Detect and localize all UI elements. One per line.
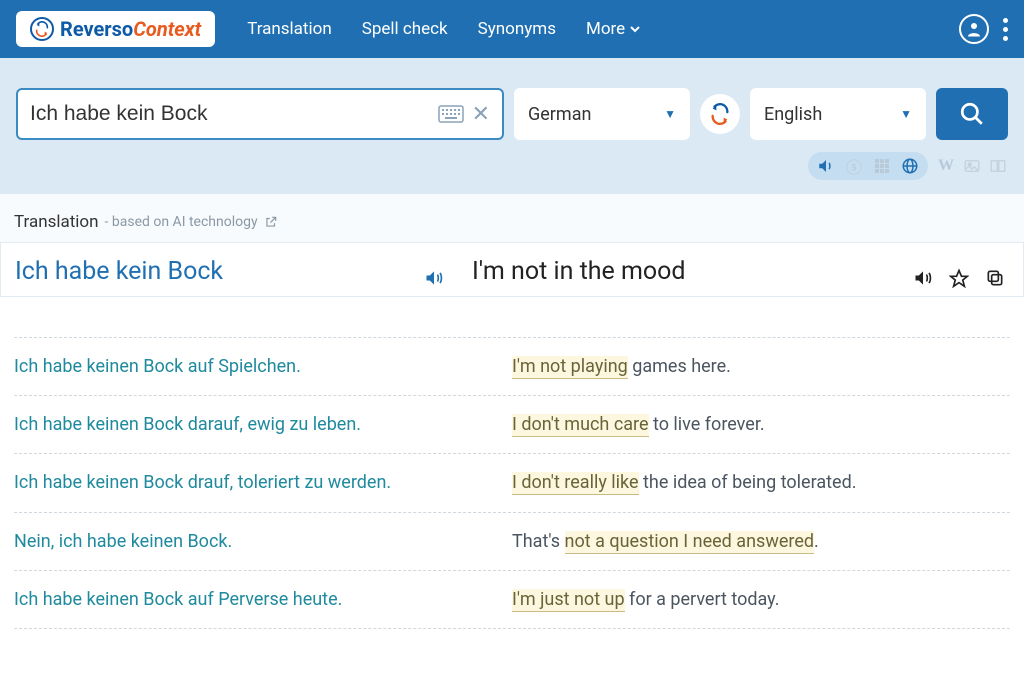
search-input[interactable]: [30, 102, 430, 126]
example-source: Ich habe keinen Bock auf Perverse heute.: [14, 587, 512, 612]
top-navbar: ReversoContext Translation Spell check S…: [0, 0, 1024, 58]
example-source: Ich habe keinen Bock auf Spielchen.: [14, 354, 512, 379]
nav-translation[interactable]: Translation: [247, 19, 332, 39]
nav-more[interactable]: More: [586, 19, 641, 39]
user-icon[interactable]: [959, 14, 989, 44]
examples-list: Ich habe keinen Bock auf Spielchen. I'm …: [0, 297, 1024, 629]
example-source: Ich habe keinen Bock darauf, ewig zu leb…: [14, 412, 512, 437]
logo-icon: [30, 17, 54, 41]
example-row: Ich habe keinen Bock auf Perverse heute.…: [14, 570, 1010, 629]
more-menu-icon[interactable]: [1003, 18, 1008, 41]
example-source: Ich habe keinen Bock drauf, toleriert zu…: [14, 470, 512, 495]
nav-links: Translation Spell check Synonyms More: [247, 19, 641, 39]
speaker-icon[interactable]: [816, 156, 836, 176]
virtual-keyboard-icon[interactable]: [438, 105, 464, 123]
chevron-down-icon: [629, 23, 641, 35]
letter-s-icon[interactable]: ⓢ: [844, 156, 864, 176]
translation-card: Ich habe kein Bock I'm not in the mood: [0, 242, 1024, 297]
speak-target-icon[interactable]: [913, 268, 933, 288]
example-row: Ich habe keinen Bock auf Spielchen. I'm …: [14, 337, 1010, 395]
translation-subtitle: - based on AI technology: [105, 214, 258, 230]
source-language-select[interactable]: German ▼: [514, 88, 690, 140]
nav-spellcheck[interactable]: Spell check: [362, 19, 448, 39]
target-language-select[interactable]: English ▼: [750, 88, 926, 140]
example-row: Ich habe keinen Bock drauf, toleriert zu…: [14, 453, 1010, 511]
translation-target-col: I'm not in the mood: [462, 257, 1009, 286]
globe-icon[interactable]: [900, 156, 920, 176]
translation-section: Translation - based on AI technology Ich…: [0, 194, 1024, 297]
book-icon[interactable]: [988, 156, 1008, 176]
external-link-icon[interactable]: [264, 215, 278, 229]
translation-source-text: Ich habe kein Bock: [15, 257, 452, 286]
swap-languages-button[interactable]: [700, 94, 740, 134]
copy-icon[interactable]: [985, 268, 1005, 288]
example-source: Nein, ich habe keinen Bock.: [14, 529, 512, 554]
translation-label: Translation: [14, 212, 99, 232]
chevron-down-icon: ▼: [664, 107, 676, 121]
example-row: Ich habe keinen Bock darauf, ewig zu leb…: [14, 395, 1010, 453]
speak-source-icon[interactable]: [424, 268, 444, 288]
translation-source-col: Ich habe kein Bock: [15, 257, 462, 286]
example-target: I'm not playing games here.: [512, 354, 1010, 379]
example-row: Nein, ich habe keinen Bock. That's not a…: [14, 512, 1010, 570]
example-target: That's not a question I need answered.: [512, 529, 1010, 554]
clear-input-icon[interactable]: ✕: [472, 102, 490, 127]
search-input-container: ✕: [16, 88, 504, 140]
source-language-label: German: [528, 104, 591, 125]
example-target: I don't really like the idea of being to…: [512, 470, 1010, 495]
nav-synonyms[interactable]: Synonyms: [478, 19, 556, 39]
target-language-label: English: [764, 104, 822, 125]
example-target: I'm just not up for a pervert today.: [512, 587, 1010, 612]
image-icon[interactable]: [962, 156, 982, 176]
nav-right: [959, 14, 1008, 44]
chevron-down-icon: ▼: [900, 107, 912, 121]
translation-actions: [913, 268, 1005, 288]
example-target: I don't much care to live forever.: [512, 412, 1010, 437]
search-panel: ✕ German ▼ English ▼ ⓢ W: [0, 58, 1024, 194]
search-button[interactable]: [936, 88, 1008, 140]
favorite-star-icon[interactable]: [949, 268, 969, 288]
translation-target-text: I'm not in the mood: [472, 257, 909, 286]
logo[interactable]: ReversoContext: [16, 11, 215, 47]
wikipedia-icon[interactable]: W: [936, 156, 956, 176]
logo-text: ReversoContext: [60, 17, 201, 41]
grid-icon[interactable]: [872, 156, 892, 176]
toolbar-pill: ⓢ: [808, 152, 928, 180]
